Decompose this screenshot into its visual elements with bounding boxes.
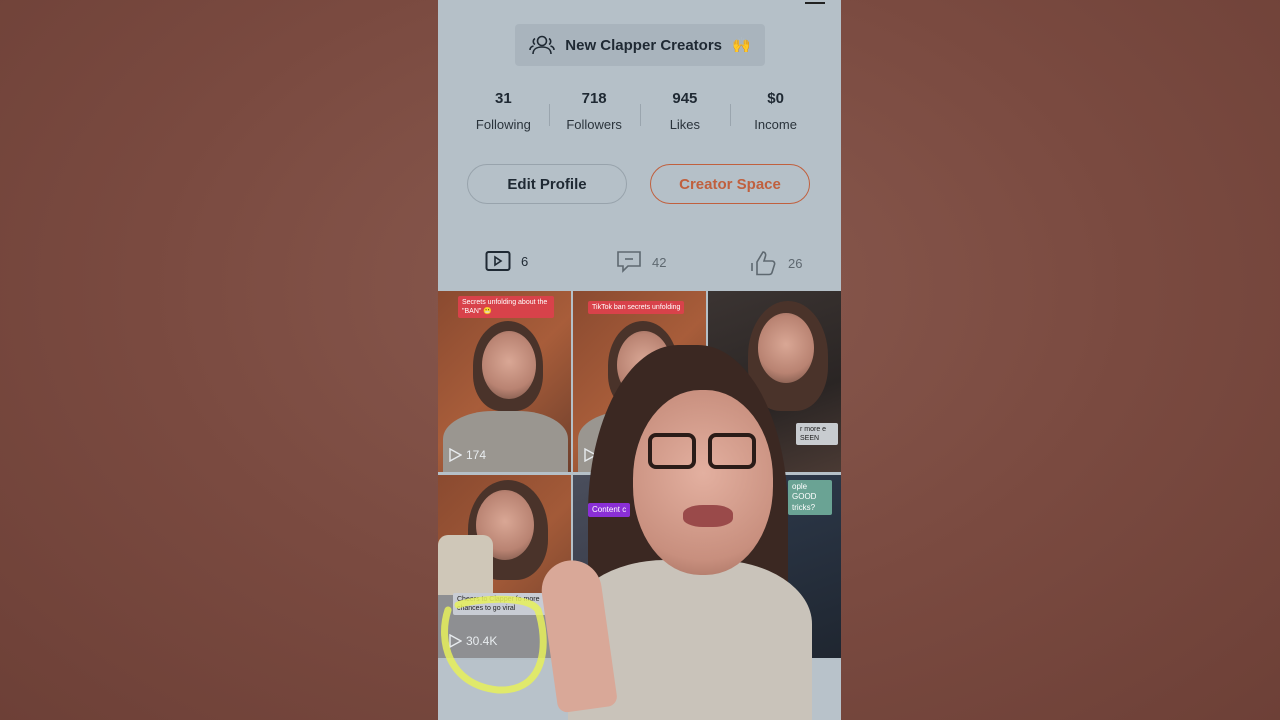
- stat-value: 718: [581, 90, 607, 107]
- stat-label: Following: [475, 117, 531, 132]
- view-count: 174: [448, 448, 486, 462]
- view-count-value: 174: [466, 448, 487, 462]
- tab-comments[interactable]: 42: [616, 250, 666, 274]
- content-tabs: 6 42 26: [438, 250, 841, 280]
- thumbs-up-icon: [751, 251, 776, 276]
- video-caption: TikTok ban secrets unfolding: [588, 301, 685, 315]
- tab-count: 26: [788, 255, 803, 271]
- menu-icon[interactable]: [805, 0, 825, 4]
- play-icon: [449, 448, 462, 462]
- glasses-icon: [648, 433, 758, 473]
- stat-followers[interactable]: 718 Followers: [548, 90, 640, 132]
- tab-videos[interactable]: 6: [485, 250, 528, 272]
- tab-count: 42: [652, 254, 667, 270]
- video-icon: [485, 251, 511, 271]
- tab-count: 6: [521, 253, 529, 269]
- video-caption: Content c: [588, 503, 631, 518]
- stat-label: Likes: [669, 117, 701, 132]
- video-caption: Secrets unfolding about the "BAN" 😬: [458, 296, 554, 319]
- stat-value: $0: [767, 90, 784, 107]
- creator-space-button[interactable]: Creator Space: [650, 164, 810, 204]
- stat-likes[interactable]: 945 Likes: [639, 90, 731, 132]
- tab-likes[interactable]: 26: [750, 250, 802, 276]
- presenter-video-overlay: [537, 345, 812, 720]
- raised-hands-emoji: 🙌: [732, 37, 751, 54]
- highlight-circle-annotation: [441, 595, 547, 694]
- edit-profile-button[interactable]: Edit Profile: [467, 164, 627, 204]
- stat-value: 31: [495, 90, 512, 107]
- comment-icon: [617, 251, 641, 273]
- stat-value: 945: [672, 90, 698, 107]
- stat-following[interactable]: 31 Following: [458, 90, 549, 132]
- stat-label: Income: [754, 117, 797, 132]
- profile-stats: 31 Following 718 Followers 945 Likes $0 Inco…: [458, 90, 821, 132]
- stat-label: Followers: [566, 117, 622, 132]
- users-icon: [529, 35, 556, 55]
- stat-income[interactable]: $0 Income: [730, 90, 821, 132]
- group-chip-label: New Clapper Creators: [565, 36, 723, 54]
- group-chip[interactable]: New Clapper Creators 🙌: [515, 24, 765, 66]
